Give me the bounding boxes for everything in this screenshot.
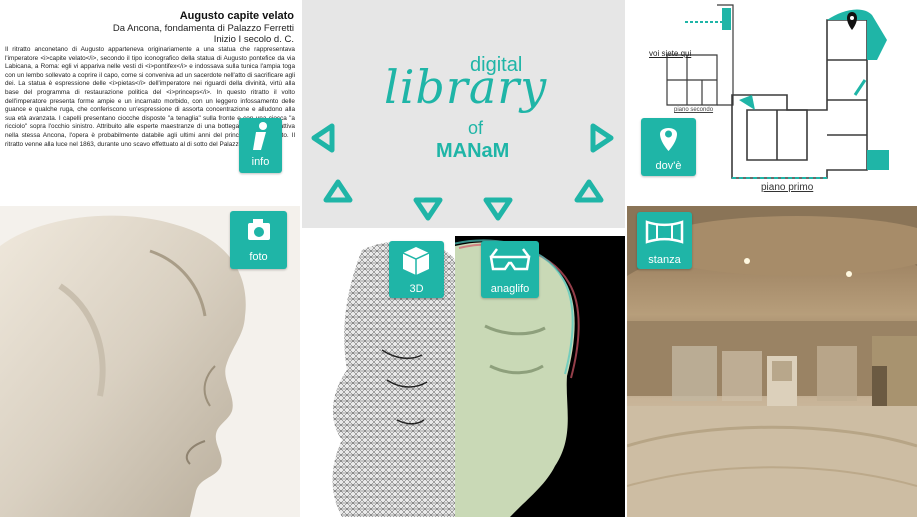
3d-button[interactable]: 3D	[389, 241, 444, 298]
title-word-of: of	[468, 118, 484, 138]
photo-button-label: foto	[249, 251, 268, 263]
camera-icon	[248, 219, 270, 240]
anaglyph-button-label: anaglifo	[490, 283, 530, 295]
photo-button[interactable]: foto	[230, 211, 287, 269]
arrow-up-icon[interactable]	[322, 178, 354, 204]
artwork-title: Augusto capite velato	[179, 10, 294, 22]
map-pin-icon	[660, 128, 677, 151]
location-button[interactable]: dov'è	[641, 118, 696, 176]
arrow-right-icon[interactable]	[589, 122, 615, 154]
panorama-icon	[645, 220, 684, 244]
info-icon	[253, 122, 267, 150]
arrow-down-icon-right[interactable]	[482, 196, 514, 222]
arrow-left-icon[interactable]	[310, 122, 336, 154]
location-pin-icon	[847, 12, 857, 30]
artwork-date: Inizio I secolo d. C.	[213, 34, 294, 45]
room-view-button[interactable]: stanza	[637, 212, 692, 269]
location-button-label: dov'è	[655, 160, 682, 172]
title-word-library: library	[384, 60, 548, 114]
anaglyph-button[interactable]: anaglifo	[481, 241, 539, 298]
arrow-down-icon[interactable]	[412, 196, 444, 222]
you-are-here-label: voi siete qui	[649, 49, 692, 58]
room-view-button-label: stanza	[648, 254, 681, 266]
second-floor-label: piano secondo	[674, 107, 714, 113]
app-title-panel: digital library of MANaM	[302, 0, 625, 228]
3d-glasses-icon	[489, 248, 531, 271]
title-word-manam: MANaM	[436, 140, 510, 162]
arrow-up-icon-right[interactable]	[573, 178, 605, 204]
info-button-label: info	[251, 156, 270, 168]
cube-icon	[402, 247, 430, 275]
artwork-origin: Da Ancona, fondamenta di Palazzo Ferrett…	[112, 23, 294, 34]
3d-button-label: 3D	[409, 283, 424, 295]
info-button[interactable]: info	[239, 118, 282, 173]
first-floor-label: piano primo	[761, 182, 814, 193]
